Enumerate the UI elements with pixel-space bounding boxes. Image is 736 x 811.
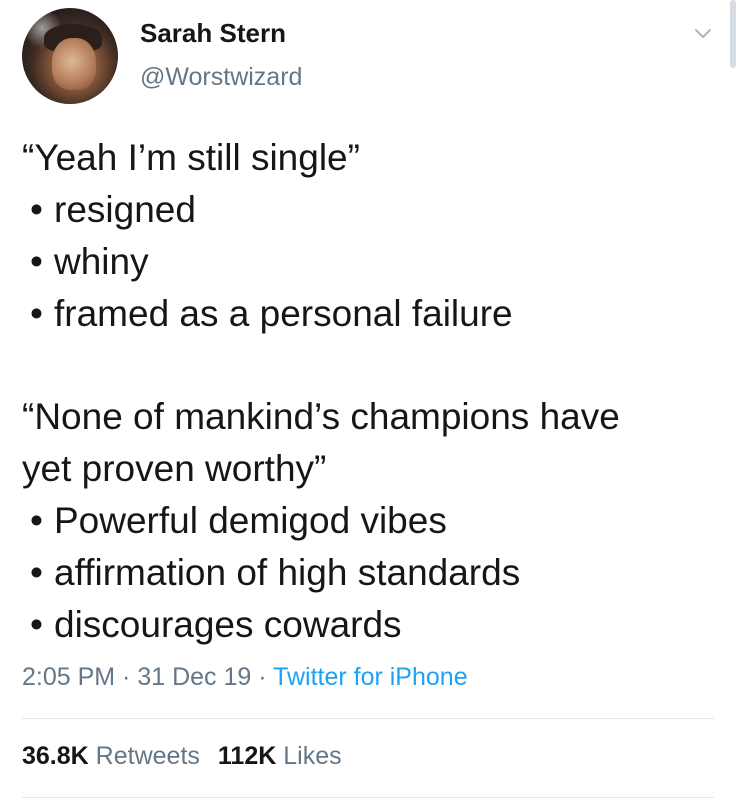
likes-stat[interactable]: 112K Likes <box>218 742 342 770</box>
divider <box>22 797 714 798</box>
tweet-time[interactable]: 2:05 PM <box>22 663 115 691</box>
tweet-text: “Yeah I’m still single” • resigned • whiny… <box>22 132 722 651</box>
list-item: • whiny <box>22 236 722 288</box>
bullet-icon: • <box>30 500 43 541</box>
list-item: • discourages cowards <box>22 599 722 651</box>
retweets-stat[interactable]: 36.8K Retweets <box>22 742 200 770</box>
bullet-icon: • <box>30 241 43 282</box>
author-avatar[interactable] <box>22 8 118 104</box>
list-item: • resigned <box>22 184 722 236</box>
meta-separator: · <box>115 663 138 691</box>
bullet-icon: • <box>30 604 43 645</box>
bullet-text: discourages cowards <box>54 604 402 645</box>
bullet-text: Powerful demigod vibes <box>54 500 447 541</box>
bullet-icon: • <box>30 189 43 230</box>
divider <box>22 718 714 719</box>
chevron-down-icon[interactable] <box>692 22 714 44</box>
tweet-source-link[interactable]: Twitter for iPhone <box>273 663 468 691</box>
tweet-stats: 36.8K Retweets 112K Likes <box>22 742 360 771</box>
list-item: • affirmation of high standards <box>22 547 722 599</box>
avatar-face <box>52 38 96 90</box>
tweet-metadata: 2:05 PM · 31 Dec 19 · Twitter for iPhone <box>22 663 468 692</box>
bullet-icon: • <box>30 293 43 334</box>
quote-champions-line2: yet proven worthy” <box>22 448 327 489</box>
meta-separator: · <box>251 663 274 691</box>
author-handle[interactable]: @Worstwizard <box>140 63 302 92</box>
bullet-text: affirmation of high standards <box>54 552 521 593</box>
list-item: • framed as a personal failure <box>22 288 722 340</box>
tweet-date[interactable]: 31 Dec 19 <box>137 663 251 691</box>
retweets-count: 36.8K <box>22 742 89 770</box>
bullet-text: resigned <box>54 189 196 230</box>
quote-single: “Yeah I’m still single” <box>22 137 360 178</box>
scrollbar[interactable] <box>730 0 736 68</box>
author-display-name[interactable]: Sarah Stern <box>140 18 286 49</box>
likes-label: Likes <box>283 742 342 770</box>
list-item: • Powerful demigod vibes <box>22 495 722 547</box>
tweet: Sarah Stern @Worstwizard “Yeah I’m still… <box>0 0 736 811</box>
quote-champions-line1: “None of mankind’s champions have <box>22 396 620 437</box>
likes-count: 112K <box>217 742 277 770</box>
bullet-text: framed as a personal failure <box>54 293 513 334</box>
bullet-icon: • <box>30 552 43 593</box>
retweets-label: Retweets <box>95 742 200 770</box>
bullet-text: whiny <box>54 241 149 282</box>
